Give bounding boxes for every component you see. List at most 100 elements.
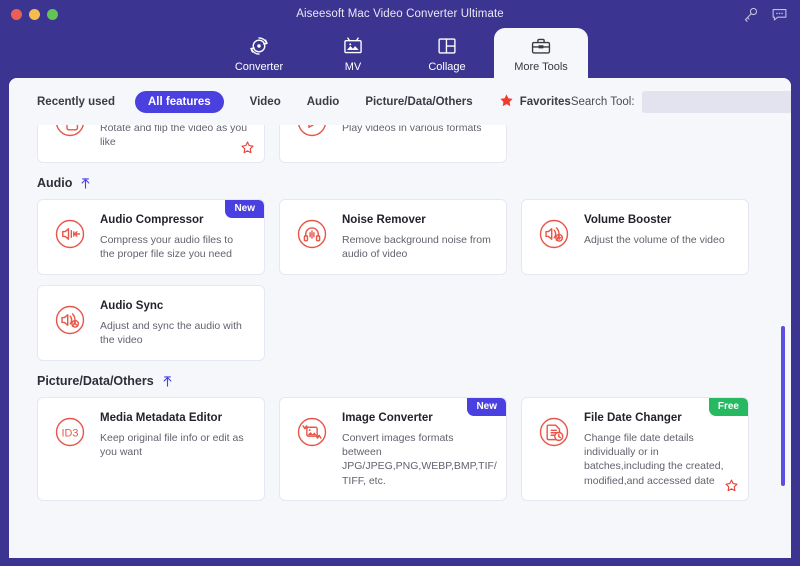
section-title-label: Audio	[37, 176, 73, 190]
vertical-scrollbar-thumb[interactable]	[781, 326, 785, 486]
badge-free: Free	[708, 398, 748, 416]
vertical-scrollbar-track[interactable]	[779, 125, 787, 558]
id3-icon: ID3	[51, 413, 89, 451]
tool-description: Rotate and flip the video as you like	[100, 125, 248, 149]
card-row: Video Rotator Rotate and flip the video …	[37, 125, 771, 163]
tool-title: Noise Remover	[342, 214, 426, 226]
audio-sync-icon	[51, 301, 89, 339]
card-text: Noise Remover Remove background noise fr…	[342, 213, 492, 262]
content-panel: Recently used All features Video Audio P…	[9, 78, 791, 558]
main-tabs: Converter MV Collage More Tools	[0, 28, 800, 80]
search-input[interactable]	[641, 90, 791, 113]
card-row: ID3 Media Metadata Editor Keep original …	[37, 397, 771, 501]
mv-icon	[342, 35, 364, 57]
star-filled-icon	[499, 93, 514, 111]
tool-description: Adjust the volume of the video	[584, 233, 725, 246]
titlebar-actions	[742, 6, 788, 23]
filter-all-features[interactable]: All features	[134, 90, 224, 113]
card-text: File Date Changer Change file date detai…	[584, 411, 734, 488]
card-text: Volume Booster Adjust the volume of the …	[584, 213, 725, 262]
favorite-star-icon[interactable]	[724, 478, 739, 493]
video-rotator-icon	[51, 125, 89, 141]
traffic-lights	[11, 9, 58, 20]
collapse-up-icon[interactable]	[79, 177, 92, 190]
section-header-audio[interactable]: Audio	[37, 176, 771, 190]
card-text: Video Player Play videos in various form…	[342, 125, 481, 150]
card-text: Media Metadata Editor Keep original file…	[100, 411, 250, 488]
app-window: Aiseesoft Mac Video Converter Ultimate C…	[0, 0, 800, 566]
key-icon[interactable]	[742, 6, 759, 23]
tab-more-tools[interactable]: More Tools	[494, 28, 588, 80]
tab-collage[interactable]: Collage	[400, 28, 494, 80]
window-title: Aiseesoft Mac Video Converter Ultimate	[296, 8, 504, 20]
filter-favorites-label: Favorites	[519, 95, 571, 108]
tool-description: Compress your audio files to the proper …	[100, 233, 234, 261]
section-title-label: Picture/Data/Others	[37, 374, 154, 388]
filter-audio[interactable]: Audio	[307, 96, 340, 108]
minimize-window-button[interactable]	[29, 9, 40, 20]
feedback-icon[interactable]	[771, 6, 788, 23]
tool-card-media-metadata-editor[interactable]: ID3 Media Metadata Editor Keep original …	[37, 397, 265, 501]
tab-mv-label: MV	[344, 61, 362, 73]
tool-title: Audio Sync	[100, 300, 164, 312]
card-placeholder	[521, 125, 749, 163]
volume-booster-icon	[535, 215, 573, 253]
section-header-picture-data-others[interactable]: Picture/Data/Others	[37, 374, 771, 388]
filter-recently-used[interactable]: Recently used	[37, 96, 115, 108]
tool-description: Remove background noise from audio of vi…	[342, 233, 491, 261]
close-window-button[interactable]	[11, 9, 22, 20]
tab-converter-label: Converter	[234, 61, 284, 73]
tool-title: Media Metadata Editor	[100, 412, 223, 424]
tool-card-volume-booster[interactable]: Volume Booster Adjust the volume of the …	[521, 199, 749, 275]
tool-card-video-player[interactable]: Video Player Play videos in various form…	[279, 125, 507, 163]
search-label: Search Tool:	[570, 95, 635, 108]
tool-card-audio-compressor[interactable]: New Audio Compressor Compress your audio…	[37, 199, 265, 275]
search-input-wrap[interactable]	[641, 90, 791, 113]
card-text: Image Converter Convert images formats b…	[342, 411, 497, 488]
tool-description: Convert images formats between JPG/JPEG,…	[342, 431, 497, 487]
filter-favorites[interactable]: Favorites	[499, 93, 571, 111]
tool-card-audio-sync[interactable]: Audio Sync Adjust and sync the audio wit…	[37, 285, 265, 361]
tools-scroll-area[interactable]: Video Rotator Rotate and flip the video …	[9, 125, 791, 558]
audio-compressor-icon	[51, 215, 89, 253]
toolbox-icon	[530, 35, 552, 57]
svg-text:ID3: ID3	[62, 427, 79, 439]
tool-card-file-date-changer[interactable]: Free File Date Changer Change file date …	[521, 397, 749, 501]
collapse-up-icon[interactable]	[161, 375, 174, 388]
image-converter-icon	[293, 413, 331, 451]
tool-card-image-converter[interactable]: New Image Converter Convert images forma…	[279, 397, 507, 501]
tab-collage-label: Collage	[428, 61, 466, 73]
filter-video[interactable]: Video	[250, 96, 281, 108]
card-row: New Audio Compressor Compress your audio…	[37, 199, 771, 275]
tab-mv[interactable]: MV	[306, 28, 400, 80]
tool-card-noise-remover[interactable]: Noise Remover Remove background noise fr…	[279, 199, 507, 275]
tool-card-video-rotator[interactable]: Video Rotator Rotate and flip the video …	[37, 125, 265, 163]
badge-new: New	[225, 200, 264, 218]
filter-bar: Recently used All features Video Audio P…	[9, 78, 791, 125]
tool-description: Play videos in various formats	[342, 125, 482, 134]
card-text: Video Rotator Rotate and flip the video …	[100, 125, 250, 150]
card-row: Audio Sync Adjust and sync the audio wit…	[37, 285, 771, 361]
tool-title: Volume Booster	[584, 214, 672, 226]
file-date-icon	[535, 413, 573, 451]
converter-icon	[248, 35, 270, 57]
card-text: Audio Sync Adjust and sync the audio wit…	[100, 299, 250, 348]
tool-description: Adjust and sync the audio with the video	[100, 319, 242, 347]
card-text: Audio Compressor Compress your audio fil…	[100, 213, 250, 262]
tab-converter[interactable]: Converter	[212, 28, 306, 80]
title-bar: Aiseesoft Mac Video Converter Ultimate	[0, 0, 800, 28]
collage-icon	[436, 35, 458, 57]
filter-picture-data-others[interactable]: Picture/Data/Others	[365, 96, 472, 108]
favorite-star-icon[interactable]	[240, 140, 255, 155]
tool-description: Change file date details individually or…	[584, 431, 724, 487]
search-area: Search Tool:	[570, 90, 791, 113]
video-player-icon	[293, 125, 331, 141]
maximize-window-button[interactable]	[47, 9, 58, 20]
tools-list: Video Rotator Rotate and flip the video …	[37, 125, 771, 501]
card-placeholder	[521, 285, 749, 361]
noise-remover-icon	[293, 215, 331, 253]
card-placeholder	[279, 285, 507, 361]
tool-description: Keep original file info or edit as you w…	[100, 431, 244, 459]
badge-new: New	[467, 398, 506, 416]
tab-more-tools-label: More Tools	[514, 61, 568, 73]
